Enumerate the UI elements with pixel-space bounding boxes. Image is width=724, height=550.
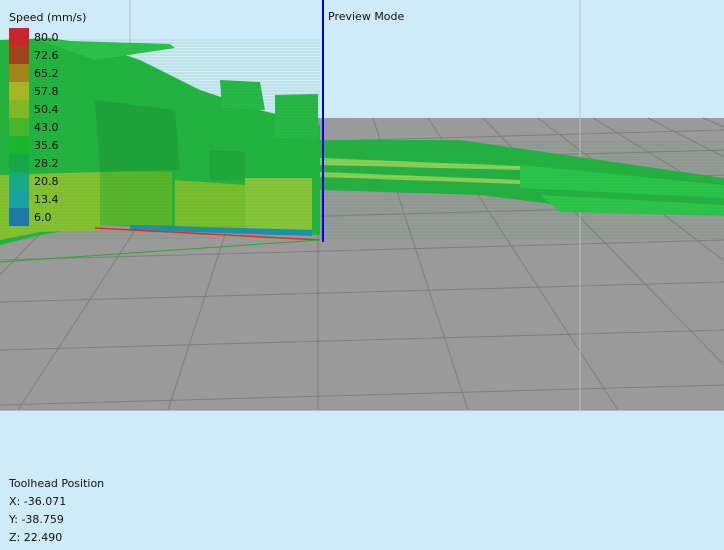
legend-item: 43.0 — [9, 118, 86, 136]
legend-value: 65.2 — [34, 66, 59, 80]
toolhead-x: X: -36.071 — [9, 495, 67, 508]
toolhead-heading: Toolhead Position — [9, 477, 105, 490]
legend-value: 13.4 — [34, 192, 59, 206]
legend-value: 80.0 — [34, 30, 59, 44]
legend-item: 57.8 — [9, 82, 86, 100]
legend-swatch — [9, 28, 29, 46]
preview-viewport[interactable] — [0, 0, 724, 550]
legend-value: 50.4 — [34, 102, 59, 116]
legend-value: 28.2 — [34, 156, 59, 170]
toolhead-position-panel: Toolhead Position X: -36.071 Y: -38.759 … — [9, 475, 104, 547]
legend-swatch — [9, 172, 29, 190]
legend-item: 6.0 — [9, 208, 86, 226]
legend-value: 57.8 — [34, 84, 59, 98]
legend-item: 28.2 — [9, 154, 86, 172]
legend-item: 50.4 — [9, 100, 86, 118]
legend-item: 13.4 — [9, 190, 86, 208]
legend-value: 35.6 — [34, 138, 59, 152]
legend-swatch — [9, 136, 29, 154]
preview-mode-label: Preview Mode — [328, 10, 405, 23]
legend-title: Speed (mm/s) — [9, 11, 87, 24]
legend-swatch — [9, 46, 29, 64]
legend-swatch — [9, 154, 29, 172]
legend-swatch — [9, 100, 29, 118]
legend-item: 65.2 — [9, 64, 86, 82]
toolhead-y: Y: -38.759 — [9, 513, 64, 526]
legend-item: 72.6 — [9, 46, 86, 64]
legend-swatch — [9, 64, 29, 82]
legend-swatch — [9, 190, 29, 208]
legend-item: 35.6 — [9, 136, 86, 154]
legend-swatch — [9, 208, 29, 226]
toolhead-z: Z: 22.490 — [9, 531, 63, 544]
legend-swatch — [9, 118, 29, 136]
legend-swatch — [9, 82, 29, 100]
legend-value: 43.0 — [34, 120, 59, 134]
legend-item: 80.0 — [9, 28, 86, 46]
legend-item: 20.8 — [9, 172, 86, 190]
legend-value: 72.6 — [34, 48, 59, 62]
legend-value: 20.8 — [34, 174, 59, 188]
legend-value: 6.0 — [34, 210, 52, 224]
speed-legend: Speed (mm/s) 80.0 72.6 65.2 57.8 50.4 43.0 35.… — [9, 10, 86, 226]
